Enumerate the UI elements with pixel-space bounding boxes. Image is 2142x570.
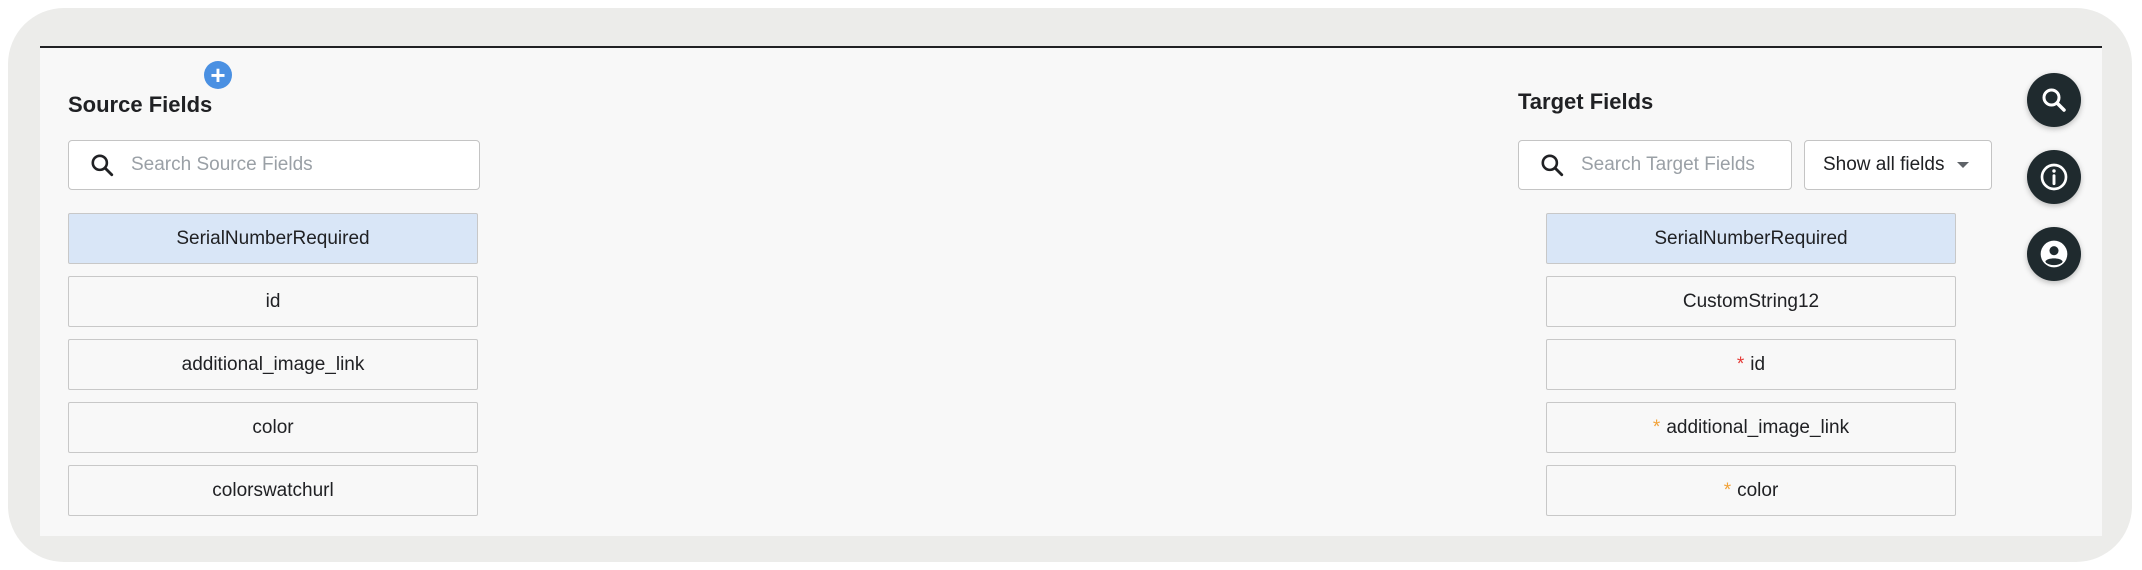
target-field-row[interactable]: * color (1546, 465, 1956, 516)
source-field-label: colorswatchurl (212, 479, 334, 501)
target-field-row[interactable]: SerialNumberRequired (1546, 213, 1956, 264)
info-icon (2040, 163, 2068, 191)
source-search-input[interactable] (129, 153, 433, 177)
source-field-label: color (252, 416, 294, 438)
target-field-label: additional_image_link (1666, 416, 1850, 438)
search-icon (1541, 154, 1564, 177)
target-search-box[interactable] (1518, 140, 1792, 190)
source-field-row[interactable]: colorswatchurl (68, 465, 478, 516)
add-source-field-button[interactable]: + (204, 61, 232, 89)
source-field-row[interactable]: additional_image_link (68, 339, 478, 390)
required-marker: * (1652, 416, 1661, 438)
caret-down-icon (1957, 162, 1969, 168)
source-field-row[interactable]: SerialNumberRequired (68, 213, 478, 264)
search-icon (91, 154, 114, 177)
target-field-row[interactable]: * additional_image_link (1546, 402, 1956, 453)
required-marker: * (1723, 479, 1732, 501)
target-search-input[interactable] (1579, 153, 1783, 177)
target-fields-title: Target Fields (1518, 89, 1654, 114)
source-field-label: id (265, 290, 281, 312)
search-button[interactable] (2027, 73, 2081, 127)
required-marker: * (1736, 353, 1745, 375)
target-field-label: id (1750, 353, 1766, 375)
account-button[interactable] (2027, 227, 2081, 281)
field-filter-dropdown[interactable]: Show all fields (1804, 140, 1992, 190)
source-fields-title: Source Fields (68, 92, 213, 117)
source-field-label: SerialNumberRequired (176, 227, 370, 249)
source-field-label: additional_image_link (181, 353, 365, 375)
account-icon (2040, 240, 2068, 268)
field-filter-label: Show all fields (1823, 154, 1945, 175)
target-field-row[interactable]: * id (1546, 339, 1956, 390)
source-field-row[interactable]: id (68, 276, 478, 327)
search-icon (2042, 88, 2066, 112)
target-field-row[interactable]: CustomString12 (1546, 276, 1956, 327)
target-field-label: SerialNumberRequired (1654, 227, 1848, 249)
target-field-label: CustomString12 (1682, 290, 1820, 312)
window-frame: A Source Fields + Target Fields Show all… (8, 8, 2132, 562)
target-field-label: color (1737, 479, 1779, 501)
source-search-box[interactable] (68, 140, 480, 190)
source-field-row[interactable]: color (68, 402, 478, 453)
info-button[interactable] (2027, 150, 2081, 204)
